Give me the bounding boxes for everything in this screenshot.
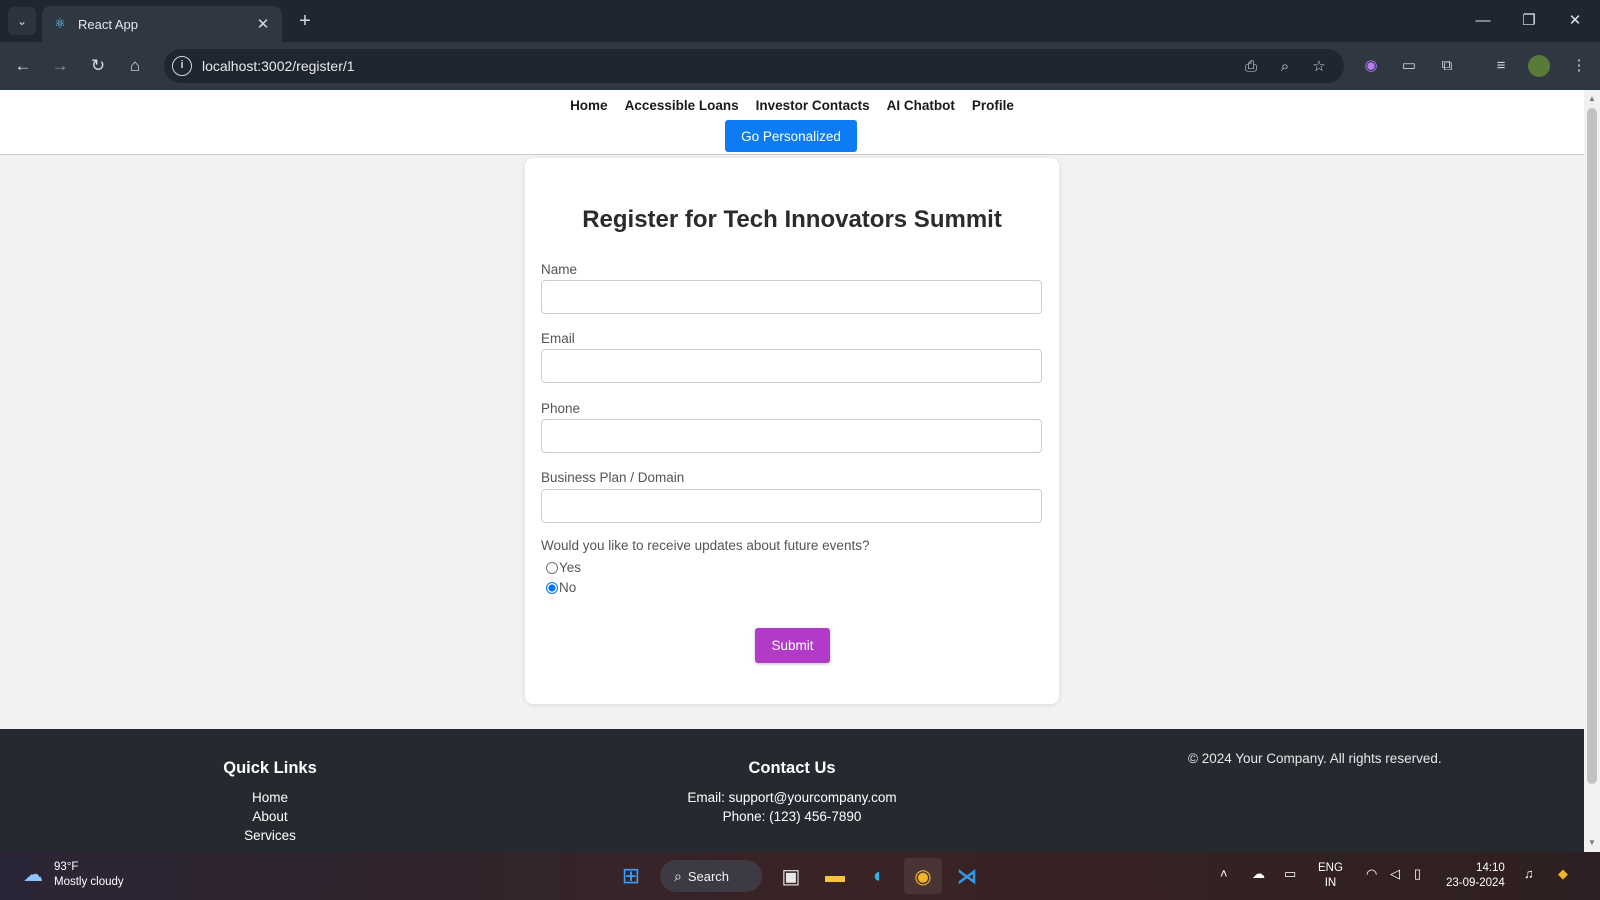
side-panel-icon[interactable]: ▭: [1398, 55, 1420, 77]
taskbar-search[interactable]: ⌕ Search: [660, 860, 762, 892]
phone-label: Phone: [541, 401, 581, 416]
extensions-puzzle-icon[interactable]: ⧉: [1436, 55, 1458, 77]
new-tab-button[interactable]: +: [292, 9, 318, 35]
updates-no-radio[interactable]: [546, 581, 558, 594]
restore-icon[interactable]: ❐: [1506, 6, 1552, 36]
vscode-icon[interactable]: ⋊: [948, 858, 986, 894]
language-code: ENG: [1318, 862, 1343, 874]
zoom-icon[interactable]: ⌕: [1274, 56, 1296, 78]
copilot-taskbar-icon[interactable]: ◆: [1558, 866, 1568, 882]
cloudy-weather-icon: ☁: [23, 864, 43, 886]
site-header: Home Accessible Loans Investor Contacts …: [0, 90, 1584, 155]
contact-phone: Phone: (123) 456-7890: [722, 809, 862, 824]
url-text[interactable]: localhost:3002/register/1: [202, 58, 355, 74]
forward-icon[interactable]: →: [46, 52, 74, 80]
browser-toolbar: ← → ↻ ⌂ i localhost:3002/register/1 ⎙ ⌕ …: [0, 42, 1600, 90]
name-input[interactable]: [541, 280, 1042, 314]
volume-icon[interactable]: ◁: [1390, 866, 1400, 882]
copyright-text: © 2024 Your Company. All rights reserved…: [1188, 751, 1442, 766]
contact-email: Email: support@yourcompany.com: [687, 790, 897, 805]
clock-time: 14:10: [1476, 862, 1505, 874]
browser-tab-bar: ⌄ ⚛ React App ✕ + — ❐ ✕: [0, 0, 1600, 42]
updates-no-label: No: [559, 580, 577, 595]
site-footer: Quick Links Home About Services Contact …: [0, 729, 1584, 852]
file-explorer-icon[interactable]: ▬: [816, 858, 854, 894]
contact-section: Contact Us Email: support@yourcompany.co…: [642, 759, 942, 826]
clock-date: 23-09-2024: [1446, 877, 1505, 889]
tab-title: React App: [78, 16, 138, 32]
clock[interactable]: 14:10 23-09-2024: [1446, 861, 1505, 891]
windows-start-icon[interactable]: ⊞: [612, 858, 650, 894]
react-favicon-icon: ⚛: [54, 16, 66, 31]
form-title: Register for Tech Innovators Summit: [582, 206, 1002, 233]
nav-ai-chatbot[interactable]: AI Chatbot: [887, 98, 955, 113]
windows-taskbar: ☁ 93°F Mostly cloudy ⊞ ⌕ Search ▣ ▬ ◐ ◉ …: [0, 852, 1600, 900]
business-plan-input[interactable]: [541, 489, 1042, 523]
weather-temp: 93°F: [54, 861, 79, 873]
go-personalized-button[interactable]: Go Personalized: [725, 120, 857, 152]
language-indicator[interactable]: ENG IN: [1318, 861, 1343, 891]
updates-question: Would you like to receive updates about …: [541, 538, 870, 553]
show-hidden-icons-chevron[interactable]: ˄: [1220, 866, 1228, 881]
footer-link-about[interactable]: About: [200, 807, 340, 826]
nav-profile[interactable]: Profile: [972, 98, 1014, 113]
updates-yes-option[interactable]: Yes: [546, 560, 581, 575]
weather-condition: Mostly cloudy: [54, 876, 124, 888]
region-code: IN: [1324, 877, 1337, 889]
chrome-browser-icon[interactable]: ◉: [904, 858, 942, 894]
edge-browser-icon[interactable]: ◐: [860, 858, 898, 894]
scrollbar-thumb[interactable]: [1587, 108, 1597, 784]
tab-search-chevron-icon[interactable]: ⌄: [8, 7, 36, 35]
home-icon[interactable]: ⌂: [121, 52, 149, 80]
site-info-icon[interactable]: i: [172, 56, 192, 76]
media-controls-icon[interactable]: ≡: [1490, 55, 1512, 77]
install-app-icon[interactable]: ⎙: [1240, 56, 1262, 78]
browser-tab[interactable]: ⚛ React App ✕: [42, 6, 282, 42]
footer-link-services[interactable]: Services: [200, 826, 340, 845]
page-scrollbar[interactable]: ▲ ▼: [1584, 90, 1600, 852]
onedrive-cloud-icon[interactable]: ☁: [1252, 866, 1265, 882]
quick-links-section: Quick Links Home About Services: [200, 759, 340, 845]
minimize-icon[interactable]: —: [1460, 6, 1506, 36]
phone-input[interactable]: [541, 419, 1042, 453]
updates-yes-radio[interactable]: [546, 561, 558, 574]
address-bar[interactable]: i localhost:3002/register/1 ⎙ ⌕ ☆: [164, 49, 1344, 83]
email-input[interactable]: [541, 349, 1042, 383]
browser-menu-icon[interactable]: ⋮: [1568, 55, 1590, 77]
email-label: Email: [541, 331, 575, 346]
registration-card: Register for Tech Innovators Summit Name…: [525, 158, 1059, 704]
nav-home[interactable]: Home: [570, 98, 608, 113]
contact-title: Contact Us: [748, 759, 836, 777]
window-close-icon[interactable]: ✕: [1552, 6, 1598, 36]
main-nav: Home Accessible Loans Investor Contacts …: [0, 98, 1584, 113]
footer-link-home[interactable]: Home: [200, 788, 340, 807]
scroll-up-icon[interactable]: ▲: [1588, 94, 1596, 103]
wifi-icon[interactable]: ◠: [1366, 866, 1377, 882]
business-plan-label: Business Plan / Domain: [541, 470, 685, 485]
back-icon[interactable]: ←: [9, 52, 37, 80]
tab-close-icon[interactable]: ✕: [254, 15, 272, 33]
copilot-extension-icon[interactable]: ◉: [1360, 55, 1382, 77]
nav-investor-contacts[interactable]: Investor Contacts: [756, 98, 870, 113]
taskbar-search-label: Search: [687, 868, 730, 884]
updates-yes-label: Yes: [559, 560, 582, 575]
weather-widget[interactable]: ☁ 93°F Mostly cloudy: [18, 860, 124, 890]
page-viewport: Home Accessible Loans Investor Contacts …: [0, 90, 1584, 852]
battery-icon[interactable]: ▯: [1414, 866, 1421, 882]
bookmark-star-icon[interactable]: ☆: [1308, 56, 1330, 78]
task-view-icon[interactable]: ▣: [772, 858, 810, 894]
taskbar-apps: ⊞ ⌕ Search ▣ ▬ ◐ ◉ ⋊: [612, 858, 986, 894]
name-label: Name: [541, 262, 578, 277]
nav-accessible-loans[interactable]: Accessible Loans: [625, 98, 739, 113]
submit-button[interactable]: Submit: [755, 628, 830, 663]
keyboard-layout-icon[interactable]: ▭: [1284, 866, 1296, 882]
scroll-down-icon[interactable]: ▼: [1588, 838, 1596, 847]
updates-no-option[interactable]: No: [546, 580, 576, 595]
quick-links-title: Quick Links: [223, 759, 317, 777]
notifications-bell-icon[interactable]: ♫: [1524, 866, 1534, 881]
profile-avatar[interactable]: [1528, 55, 1550, 77]
reload-icon[interactable]: ↻: [84, 52, 112, 80]
search-icon: ⌕: [674, 867, 682, 884]
